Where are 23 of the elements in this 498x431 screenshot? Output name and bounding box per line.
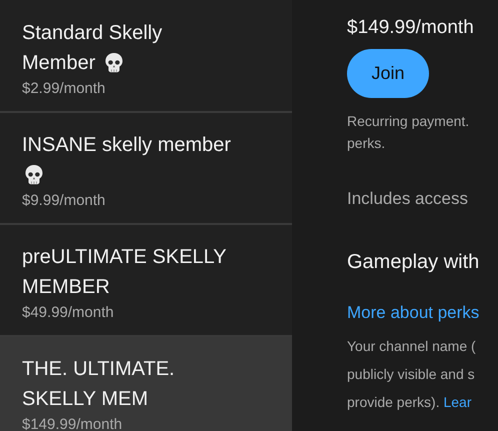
join-button[interactable]: Join — [347, 49, 429, 98]
price-text: $49.99/month — [22, 303, 115, 323]
notice-text: publicly visible and s — [347, 366, 475, 382]
perk-text: Gameplay with — [347, 250, 480, 275]
price-text: $2.99/month — [22, 79, 106, 99]
note-text: Recurring payment. — [347, 112, 470, 131]
tier-item[interactable]: THE. ULTIMATE. SKELLY MEM $149.99/month — [0, 337, 292, 431]
notice-text: provide perks). — [347, 394, 440, 410]
includes-text: Includes access — [347, 188, 469, 210]
tier-title: Standard Skelly — [22, 21, 162, 46]
tier-title: INSANE skelly member — [22, 133, 231, 158]
price-text: $9.99/month — [22, 191, 106, 211]
notice-text: Your channel name ( — [347, 338, 476, 354]
more-link[interactable]: More about perks — [347, 302, 480, 324]
price-text: $149.99/month — [22, 415, 124, 431]
price-text: $149.99/month — [347, 16, 475, 40]
note-text: perks. — [347, 134, 386, 153]
tier-title: Member — [22, 51, 96, 76]
tier-title: MEMBER — [22, 275, 110, 300]
tier-title: THE. ULTIMATE. — [22, 357, 175, 382]
tier-title: SKELLY MEM — [22, 387, 148, 412]
learn-link[interactable]: Lear — [443, 394, 472, 410]
tier-title: preULTIMATE SKELLY — [22, 245, 227, 270]
